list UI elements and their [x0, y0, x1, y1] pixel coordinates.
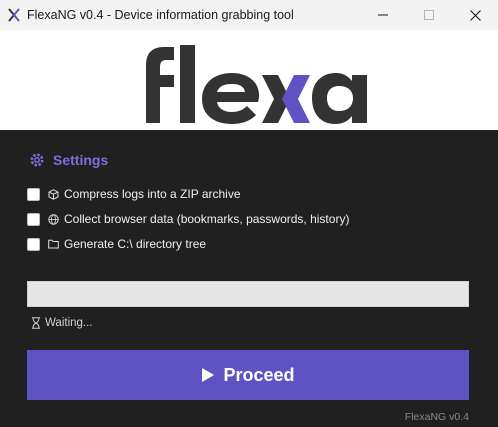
package-icon	[47, 188, 59, 200]
title-bar: FlexaNG v0.4 - Device information grabbi…	[0, 0, 498, 30]
close-button[interactable]	[452, 0, 498, 30]
globe-icon	[47, 213, 59, 225]
folder-icon	[47, 238, 59, 250]
minimize-button[interactable]	[360, 0, 406, 30]
option-browser-data[interactable]: Collect browser data (bookmarks, passwor…	[27, 212, 349, 226]
close-icon	[469, 9, 481, 21]
settings-label: Settings	[53, 152, 109, 168]
hourglass-icon	[32, 317, 40, 329]
compress-logs-label: Compress logs into a ZIP archive	[64, 187, 241, 201]
directory-tree-label: Generate C:\ directory tree	[64, 237, 207, 251]
gear-icon	[30, 153, 44, 167]
logo-banner	[0, 30, 498, 130]
compress-logs-checkbox[interactable]	[27, 187, 40, 201]
directory-tree-checkbox[interactable]	[27, 237, 40, 251]
flexa-logo	[146, 45, 367, 124]
browser-data-label: Collect browser data (bookmarks, passwor…	[64, 212, 350, 226]
play-icon	[202, 368, 215, 382]
status-line: Waiting...	[31, 317, 93, 329]
window-title: FlexaNG v0.4 - Device information grabbi…	[27, 8, 294, 22]
option-directory-tree[interactable]: Generate C:\ directory tree	[27, 237, 206, 251]
status-text: Waiting...	[45, 317, 93, 329]
browser-data-checkbox[interactable]	[27, 212, 40, 226]
version-footer: FlexaNG v0.4	[404, 411, 469, 423]
maximize-button[interactable]	[406, 0, 452, 30]
maximize-icon	[424, 10, 434, 20]
progress-bar	[27, 281, 469, 307]
proceed-button[interactable]: Proceed	[27, 350, 469, 400]
option-compress-logs[interactable]: Compress logs into a ZIP archive	[27, 187, 241, 201]
proceed-label: Proceed	[223, 364, 295, 385]
minimize-icon	[378, 14, 388, 16]
app-icon	[7, 8, 21, 22]
main-panel: Settings Compress logs into a ZIP archiv…	[0, 130, 498, 427]
settings-heading: Settings	[29, 152, 108, 168]
